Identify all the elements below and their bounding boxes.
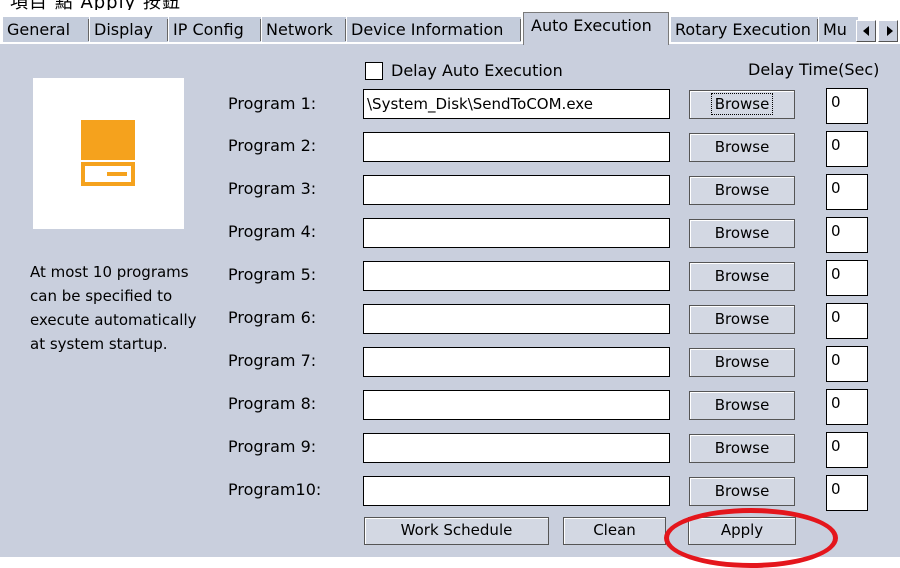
tab-label: Rotary Execution [675,20,811,39]
program-10-delay-field[interactable]: 0 [826,475,868,511]
tab-scroll-left-button[interactable] [856,20,876,42]
auto-execution-description: At most 10 programs can be specified to … [30,260,220,356]
tab-device-information[interactable]: Device Information [346,16,521,42]
program-3-browse-button[interactable]: Browse [689,176,795,205]
program-5-label: Program 5: [228,265,317,284]
work-schedule-button[interactable]: Work Schedule [364,517,549,545]
program-7-label: Program 7: [228,351,317,370]
program-2-path-field[interactable] [363,132,670,162]
browse-label: Browse [714,439,770,457]
computer-icon-box [33,78,184,229]
program-9-browse-button[interactable]: Browse [689,434,795,463]
tab-scroll-right-button[interactable] [878,20,898,42]
program-10-label: Program10: [228,480,322,499]
program-8-path-field[interactable] [363,390,670,420]
program-1-path-field[interactable]: \System_Disk\SendToCOM.exe [363,89,670,119]
program-8-delay-field[interactable]: 0 [826,389,868,425]
tab-network[interactable]: Network [261,16,346,42]
program-6-path-field[interactable] [363,304,670,334]
arrow-left-icon [863,26,869,36]
program-3-label: Program 3: [228,179,317,198]
program-6-delay-field[interactable]: 0 [826,303,868,339]
program-5-browse-button[interactable]: Browse [689,262,795,291]
browse-label: Browse [714,396,770,414]
program-3-delay-field[interactable]: 0 [826,174,868,210]
program-9-label: Program 9: [228,437,317,456]
tab-mu[interactable]: Mu [818,16,858,42]
program-7-delay-field[interactable]: 0 [826,346,868,382]
program-1-delay-field[interactable]: 0 [826,88,868,124]
program-2-browse-button[interactable]: Browse [689,133,795,162]
program-6-label: Program 6: [228,308,317,327]
computer-icon [81,120,135,186]
tab-scroll-buttons [856,20,900,44]
program-5-path-field[interactable] [363,261,670,291]
caption-text: 項目 點 Apply 按鈕 [10,0,181,10]
program-10-browse-button[interactable]: Browse [689,477,795,506]
clean-button[interactable]: Clean [563,517,666,545]
tab-general[interactable]: General [2,16,89,42]
tab-label: Display [94,20,153,39]
tab-auto-execution[interactable]: Auto Execution [523,12,669,45]
program-2-delay-field[interactable]: 0 [826,131,868,167]
tab-label: IP Config [173,20,244,39]
apply-button[interactable]: Apply [688,517,796,545]
tab-rotary-execution[interactable]: Rotary Execution [670,16,818,42]
program-3-path-field[interactable] [363,175,670,205]
program-4-browse-button[interactable]: Browse [689,219,795,248]
browse-label: Browse [714,267,770,285]
program-5-delay-field[interactable]: 0 [826,260,868,296]
document-caption-strip: 項目 點 Apply 按鈕 [0,0,900,10]
program-4-delay-field[interactable]: 0 [826,217,868,253]
browse-label: Browse [714,310,770,328]
program-9-path-field[interactable] [363,433,670,463]
tab-label: General [7,20,71,39]
tab-display[interactable]: Display [89,16,168,42]
program-1-label: Program 1: [228,94,317,113]
program-7-path-field[interactable] [363,347,670,377]
browse-label: Browse [714,353,770,371]
program-1-browse-button[interactable]: Browse [689,90,795,119]
browse-label: Browse [714,482,770,500]
program-10-path-field[interactable] [363,476,670,506]
delay-auto-execution-checkbox[interactable] [365,62,383,80]
description-line: execute automatically [30,311,197,329]
delay-time-header: Delay Time(Sec) [748,60,880,79]
description-line: can be specified to [30,287,173,305]
program-2-label: Program 2: [228,136,317,155]
browse-label: Browse [714,224,770,242]
auto-execution-panel: At most 10 programs can be specified to … [0,44,900,568]
arrow-right-icon [887,26,893,36]
tab-ip-config[interactable]: IP Config [168,16,261,42]
description-line: at system startup. [30,335,168,353]
program-4-label: Program 4: [228,222,317,241]
tab-label: Device Information [351,20,504,39]
program-7-browse-button[interactable]: Browse [689,348,795,377]
browse-label: Browse [714,181,770,199]
tab-label: Network [266,20,333,39]
program-6-browse-button[interactable]: Browse [689,305,795,334]
program-8-label: Program 8: [228,394,317,413]
program-9-delay-field[interactable]: 0 [826,432,868,468]
tab-label: Auto Execution [531,16,652,35]
browse-label: Browse [714,138,770,156]
browse-label: Browse [710,93,774,115]
program-4-path-field[interactable] [363,218,670,248]
description-line: At most 10 programs [30,263,189,281]
program-8-browse-button[interactable]: Browse [689,391,795,420]
tab-bar: General Display IP Config Network Device… [0,10,900,45]
delay-auto-execution-label: Delay Auto Execution [391,61,563,80]
tab-label: Mu [823,20,847,39]
